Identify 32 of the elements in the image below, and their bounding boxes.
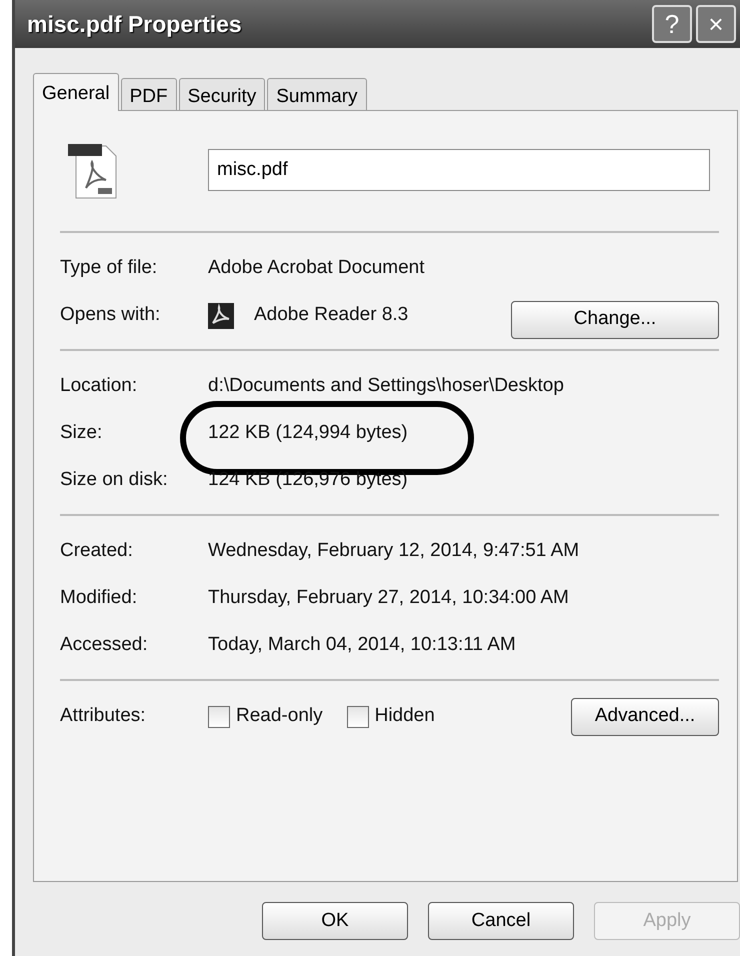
- field-label: Attributes:: [60, 704, 147, 728]
- tab[interactable]: Summary: [267, 78, 367, 110]
- tab[interactable]: Security: [178, 78, 266, 110]
- field-value: Today, March 04, 2014, 10:13:11 AM: [208, 633, 516, 658]
- field-label: Size:: [60, 421, 104, 446]
- dialog-button[interactable]: Cancel: [428, 902, 574, 940]
- field-value: 122 KB (124,994 bytes): [208, 419, 408, 448]
- field-value: 124 KB (126,976 bytes): [208, 468, 408, 492]
- change-button[interactable]: Change...: [511, 300, 719, 338]
- reader-app-icon: [208, 302, 234, 328]
- help-button[interactable]: ?: [652, 5, 692, 43]
- field-label: Location:: [60, 374, 138, 398]
- field-label: Type of file:: [60, 256, 158, 280]
- field-label: Accessed:: [60, 633, 149, 658]
- file-name-field[interactable]: misc.pdf: [208, 149, 710, 191]
- tab[interactable]: General: [33, 73, 119, 111]
- field-label: Modified:: [60, 586, 138, 610]
- checkbox[interactable]: Read-only: [208, 702, 323, 731]
- dialog-button[interactable]: OK: [262, 902, 408, 940]
- advanced-button[interactable]: Advanced...: [571, 698, 719, 736]
- field-value: Wednesday, February 12, 2014, 9:47:51 AM: [208, 539, 580, 564]
- close-button[interactable]: ×: [696, 5, 736, 43]
- window-title: misc.pdf Properties: [27, 10, 243, 39]
- field-value: Adobe Acrobat Document: [208, 256, 425, 280]
- field-label: Opens with:: [60, 303, 162, 328]
- field-label: Created:: [60, 539, 134, 564]
- field-value: Thursday, February 27, 2014, 10:34:00 AM: [208, 586, 569, 610]
- field-label: Size on disk:: [60, 468, 169, 492]
- field-value: Adobe Reader 8.3: [254, 303, 408, 328]
- field-value: d:\Documents and Settings\hoser\Desktop: [208, 374, 564, 398]
- tab[interactable]: PDF: [120, 78, 177, 110]
- checkbox[interactable]: Hidden: [346, 702, 435, 731]
